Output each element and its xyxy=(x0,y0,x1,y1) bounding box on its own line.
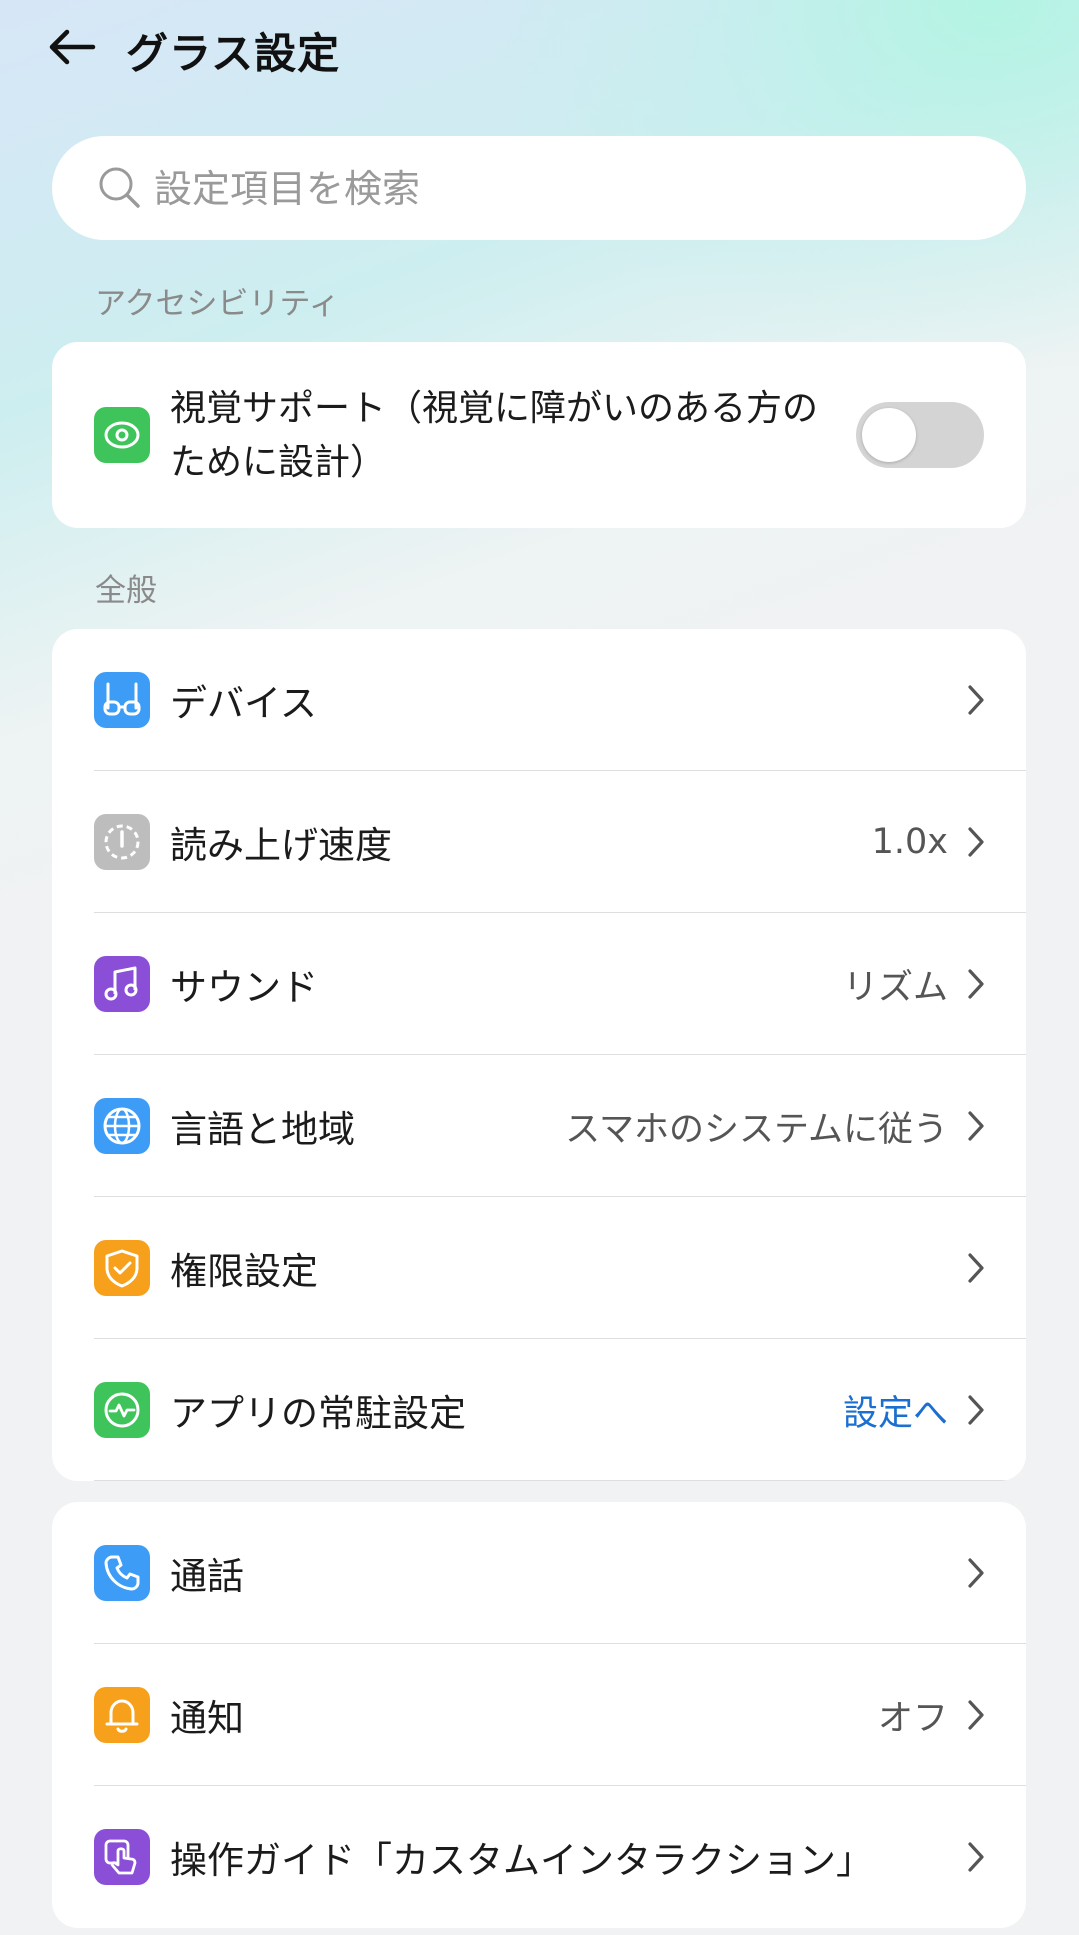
settings-row-language-region[interactable]: 言語と地域 スマホのシステムに従う xyxy=(52,1055,1026,1197)
row-value: オフ xyxy=(877,1698,948,1739)
speedometer-icon xyxy=(94,814,150,870)
chevron-right-icon xyxy=(968,1253,984,1283)
vision-support-label: 視覚サポート（視覚に障がいのある方のために設計） xyxy=(170,388,819,483)
eye-icon xyxy=(94,407,150,463)
shield-check-icon xyxy=(94,1240,150,1296)
chevron-right-icon xyxy=(968,1558,984,1588)
chevron-right-icon xyxy=(968,1395,984,1425)
divider xyxy=(94,1479,1026,1481)
search-input[interactable] xyxy=(152,158,996,220)
back-arrow-icon xyxy=(49,29,96,65)
row-label: アプリの常駐設定 xyxy=(170,1392,466,1435)
settings-row-app-resident[interactable]: アプリの常駐設定 設定へ xyxy=(52,1339,1026,1481)
row-value: リズム xyxy=(842,967,948,1008)
row-label: 通話 xyxy=(170,1555,244,1598)
row-value: スマホのシステムに従う xyxy=(565,1109,948,1150)
touch-gesture-icon xyxy=(94,1829,150,1885)
section-label-accessibility: アクセシビリティ xyxy=(95,286,340,322)
search-bar[interactable] xyxy=(52,136,1026,240)
settings-row-custom-interaction-guide[interactable]: 操作ガイド「カスタムインタラクション」 xyxy=(52,1786,1026,1928)
glasses-icon xyxy=(94,672,150,728)
chevron-right-icon xyxy=(968,827,984,857)
row-label: 操作ガイド「カスタムインタラクション」 xyxy=(170,1839,873,1882)
phone-icon xyxy=(94,1545,150,1601)
row-label: 読み上げ速度 xyxy=(170,824,392,867)
accessibility-card: 視覚サポート（視覚に障がいのある方のために設計） xyxy=(52,342,1026,528)
settings-row-device[interactable]: デバイス xyxy=(52,629,1026,771)
toggle-knob xyxy=(862,408,916,462)
section-label-general: 全般 xyxy=(95,573,157,609)
go-to-settings-link[interactable]: 設定へ xyxy=(843,1385,948,1436)
row-value: 1.0x xyxy=(871,822,948,862)
settings-row-reading-speed[interactable]: 読み上げ速度 1.0x xyxy=(52,771,1026,913)
heartbeat-icon xyxy=(94,1382,150,1438)
settings-row-call[interactable]: 通話 xyxy=(52,1502,1026,1644)
general-card: デバイス 読み上げ速度 1.0x サウンド リズム 言語と地域 スマホのシステム… xyxy=(52,629,1026,1481)
search-icon xyxy=(99,167,140,208)
bell-icon xyxy=(94,1687,150,1743)
vision-support-toggle[interactable] xyxy=(856,402,984,468)
music-note-icon xyxy=(94,956,150,1012)
chevron-right-icon xyxy=(968,685,984,715)
globe-icon xyxy=(94,1098,150,1154)
chevron-right-icon xyxy=(968,1842,984,1872)
row-label: デバイス xyxy=(170,682,317,725)
vision-support-row[interactable]: 視覚サポート（視覚に障がいのある方のために設計） xyxy=(52,342,1026,528)
settings-row-sound[interactable]: サウンド リズム xyxy=(52,913,1026,1055)
row-label: サウンド xyxy=(170,966,318,1009)
chevron-right-icon xyxy=(968,1700,984,1730)
page-title: グラス設定 xyxy=(126,29,341,78)
row-label: 権限設定 xyxy=(170,1250,318,1293)
row-label: 通知 xyxy=(170,1697,244,1740)
chevron-right-icon xyxy=(968,969,984,999)
settings-row-permissions[interactable]: 権限設定 xyxy=(52,1197,1026,1339)
row-label: 言語と地域 xyxy=(170,1108,355,1151)
header: グラス設定 xyxy=(0,0,1079,100)
chevron-right-icon xyxy=(968,1111,984,1141)
back-button[interactable] xyxy=(44,22,100,72)
settings-row-notification[interactable]: 通知 オフ xyxy=(52,1644,1026,1786)
other-card: 通話 通知 オフ 操作ガイド「カスタムインタラクション」 xyxy=(52,1502,1026,1928)
